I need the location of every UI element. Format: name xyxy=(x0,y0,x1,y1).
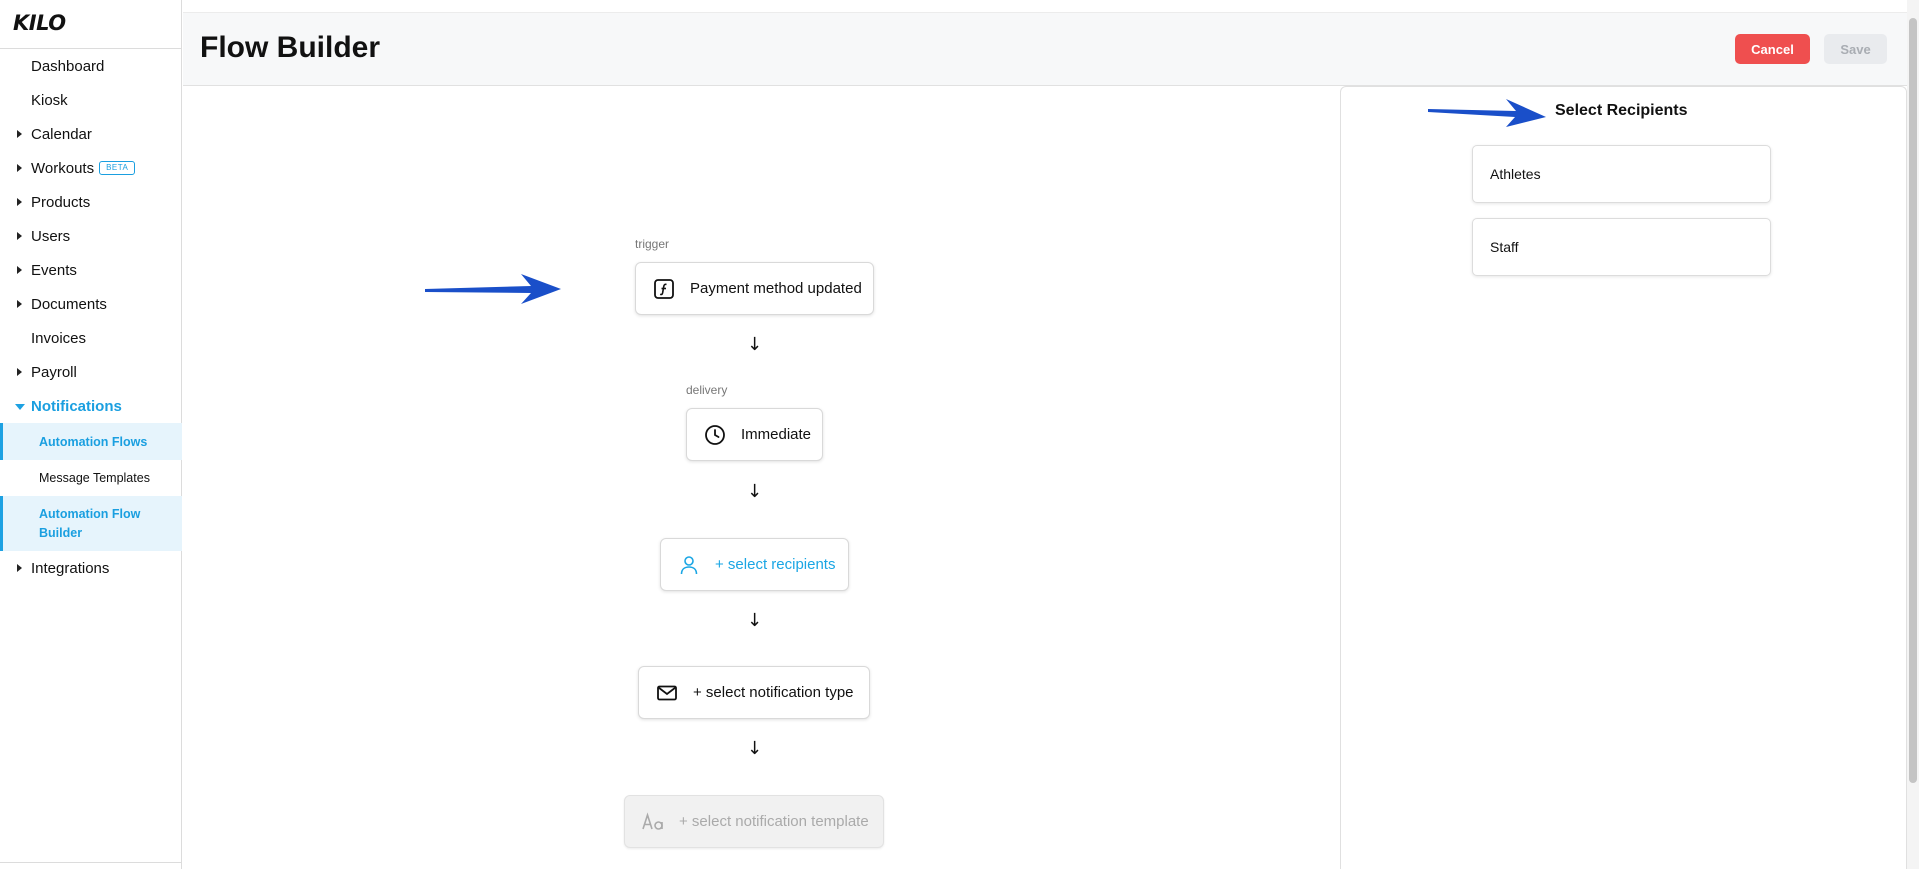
trigger-label: trigger xyxy=(635,237,670,251)
page-scrollbar[interactable] xyxy=(1907,0,1919,869)
delivery-node[interactable]: Immediate xyxy=(686,408,823,461)
sidebar-item-label: Dashboard xyxy=(31,57,105,75)
recipient-option-athletes[interactable]: Athletes xyxy=(1472,145,1771,203)
sidebar-item-users[interactable]: Users xyxy=(0,219,182,253)
sidebar-nav: Dashboard Kiosk Calendar Workouts BETA P… xyxy=(0,49,182,585)
sidebar-subitem-message-templates[interactable]: Message Templates xyxy=(0,460,182,496)
select-notification-template-node[interactable]: + select notification template xyxy=(624,795,884,848)
sidebar-item-notifications[interactable]: Notifications xyxy=(0,389,182,423)
sidebar-subitem-automation-flows[interactable]: Automation Flows xyxy=(0,423,182,460)
trigger-value: Payment method updated xyxy=(690,280,862,297)
sidebar-item-label: Calendar xyxy=(31,125,92,143)
select-notification-type-link: + select notification type xyxy=(693,684,854,701)
sidebar-item-dashboard[interactable]: Dashboard xyxy=(0,49,182,83)
sidebar-item-label: Events xyxy=(31,261,77,279)
arrow-down-icon: ↓ xyxy=(747,481,763,502)
sidebar-item-products[interactable]: Products xyxy=(0,185,182,219)
annotation-arrow-trigger xyxy=(425,274,561,304)
recipient-option-label: Athletes xyxy=(1490,166,1541,182)
select-recipients-panel: Select Recipients Athletes Staff xyxy=(1340,86,1907,869)
sidebar-item-label: Kiosk xyxy=(31,91,68,109)
delivery-value: Immediate xyxy=(741,426,812,443)
caret-right-icon xyxy=(17,164,22,172)
sidebar-item-integrations[interactable]: Integrations xyxy=(0,551,182,585)
main-content: Flow Builder Cancel Save trigger Payment… xyxy=(183,0,1907,869)
caret-down-icon xyxy=(15,404,25,410)
caret-right-icon xyxy=(17,232,22,240)
sidebar-subitem-label: Automation Flows xyxy=(39,434,148,449)
sidebar-item-events[interactable]: Events xyxy=(0,253,182,287)
sidebar-item-label: Notifications xyxy=(31,397,122,415)
sidebar-subitem-label: Automation Flow Builder xyxy=(39,506,141,540)
sidebar-item-documents[interactable]: Documents xyxy=(0,287,182,321)
delivery-label: delivery xyxy=(686,383,728,397)
sidebar: KILO Dashboard Kiosk Calendar Workouts B… xyxy=(0,0,182,869)
caret-right-icon xyxy=(17,198,22,206)
sidebar-item-workouts[interactable]: Workouts BETA xyxy=(0,151,182,185)
caret-right-icon xyxy=(17,368,22,376)
page-header: Flow Builder Cancel Save xyxy=(183,12,1907,86)
sidebar-item-label: Documents xyxy=(31,295,107,313)
select-recipients-link: + select recipients xyxy=(715,556,836,573)
trigger-node[interactable]: Payment method updated xyxy=(635,262,874,315)
scrollbar-thumb[interactable] xyxy=(1909,18,1917,783)
caret-right-icon xyxy=(17,266,22,274)
sidebar-item-label: Integrations xyxy=(31,559,110,577)
sidebar-item-calendar[interactable]: Calendar xyxy=(0,117,182,151)
arrow-down-icon: ↓ xyxy=(747,334,763,355)
sidebar-item-label: Workouts xyxy=(31,159,95,177)
sidebar-item-payroll[interactable]: Payroll xyxy=(0,355,182,389)
annotation-arrow-panel xyxy=(1428,99,1546,127)
select-notification-type-node[interactable]: + select notification type xyxy=(638,666,870,719)
sidebar-item-label: Users xyxy=(31,227,71,245)
beta-badge: BETA xyxy=(99,161,136,175)
select-recipients-node[interactable]: + select recipients xyxy=(660,538,849,591)
sidebar-item-label: Payroll xyxy=(31,363,77,381)
mail-icon xyxy=(655,681,679,705)
kilo-logo[interactable]: KILO xyxy=(13,11,66,35)
user-icon xyxy=(677,553,701,577)
sidebar-footer-divider xyxy=(0,862,182,863)
function-icon xyxy=(652,277,676,301)
typography-icon xyxy=(641,810,665,834)
caret-right-icon xyxy=(17,130,22,138)
arrow-down-icon: ↓ xyxy=(747,738,763,759)
panel-title: Select Recipients xyxy=(1555,102,1688,119)
recipient-option-staff[interactable]: Staff xyxy=(1472,218,1771,276)
clock-icon xyxy=(703,423,727,447)
arrow-down-icon: ↓ xyxy=(747,610,763,631)
caret-right-icon xyxy=(17,300,22,308)
cancel-button[interactable]: Cancel xyxy=(1735,34,1810,64)
sidebar-item-invoices[interactable]: Invoices xyxy=(0,321,182,355)
page-title: Flow Builder xyxy=(200,31,380,64)
sidebar-item-label: Invoices xyxy=(31,329,87,347)
caret-right-icon xyxy=(17,564,22,572)
sidebar-item-label: Products xyxy=(31,193,91,211)
sidebar-subitem-automation-flow-builder[interactable]: Automation Flow Builder xyxy=(0,496,182,551)
sidebar-item-kiosk[interactable]: Kiosk xyxy=(0,83,182,117)
select-notification-template-link: + select notification template xyxy=(679,813,869,830)
sidebar-subitem-label: Message Templates xyxy=(39,471,150,485)
save-button[interactable]: Save xyxy=(1824,34,1887,64)
recipient-option-label: Staff xyxy=(1490,239,1519,255)
